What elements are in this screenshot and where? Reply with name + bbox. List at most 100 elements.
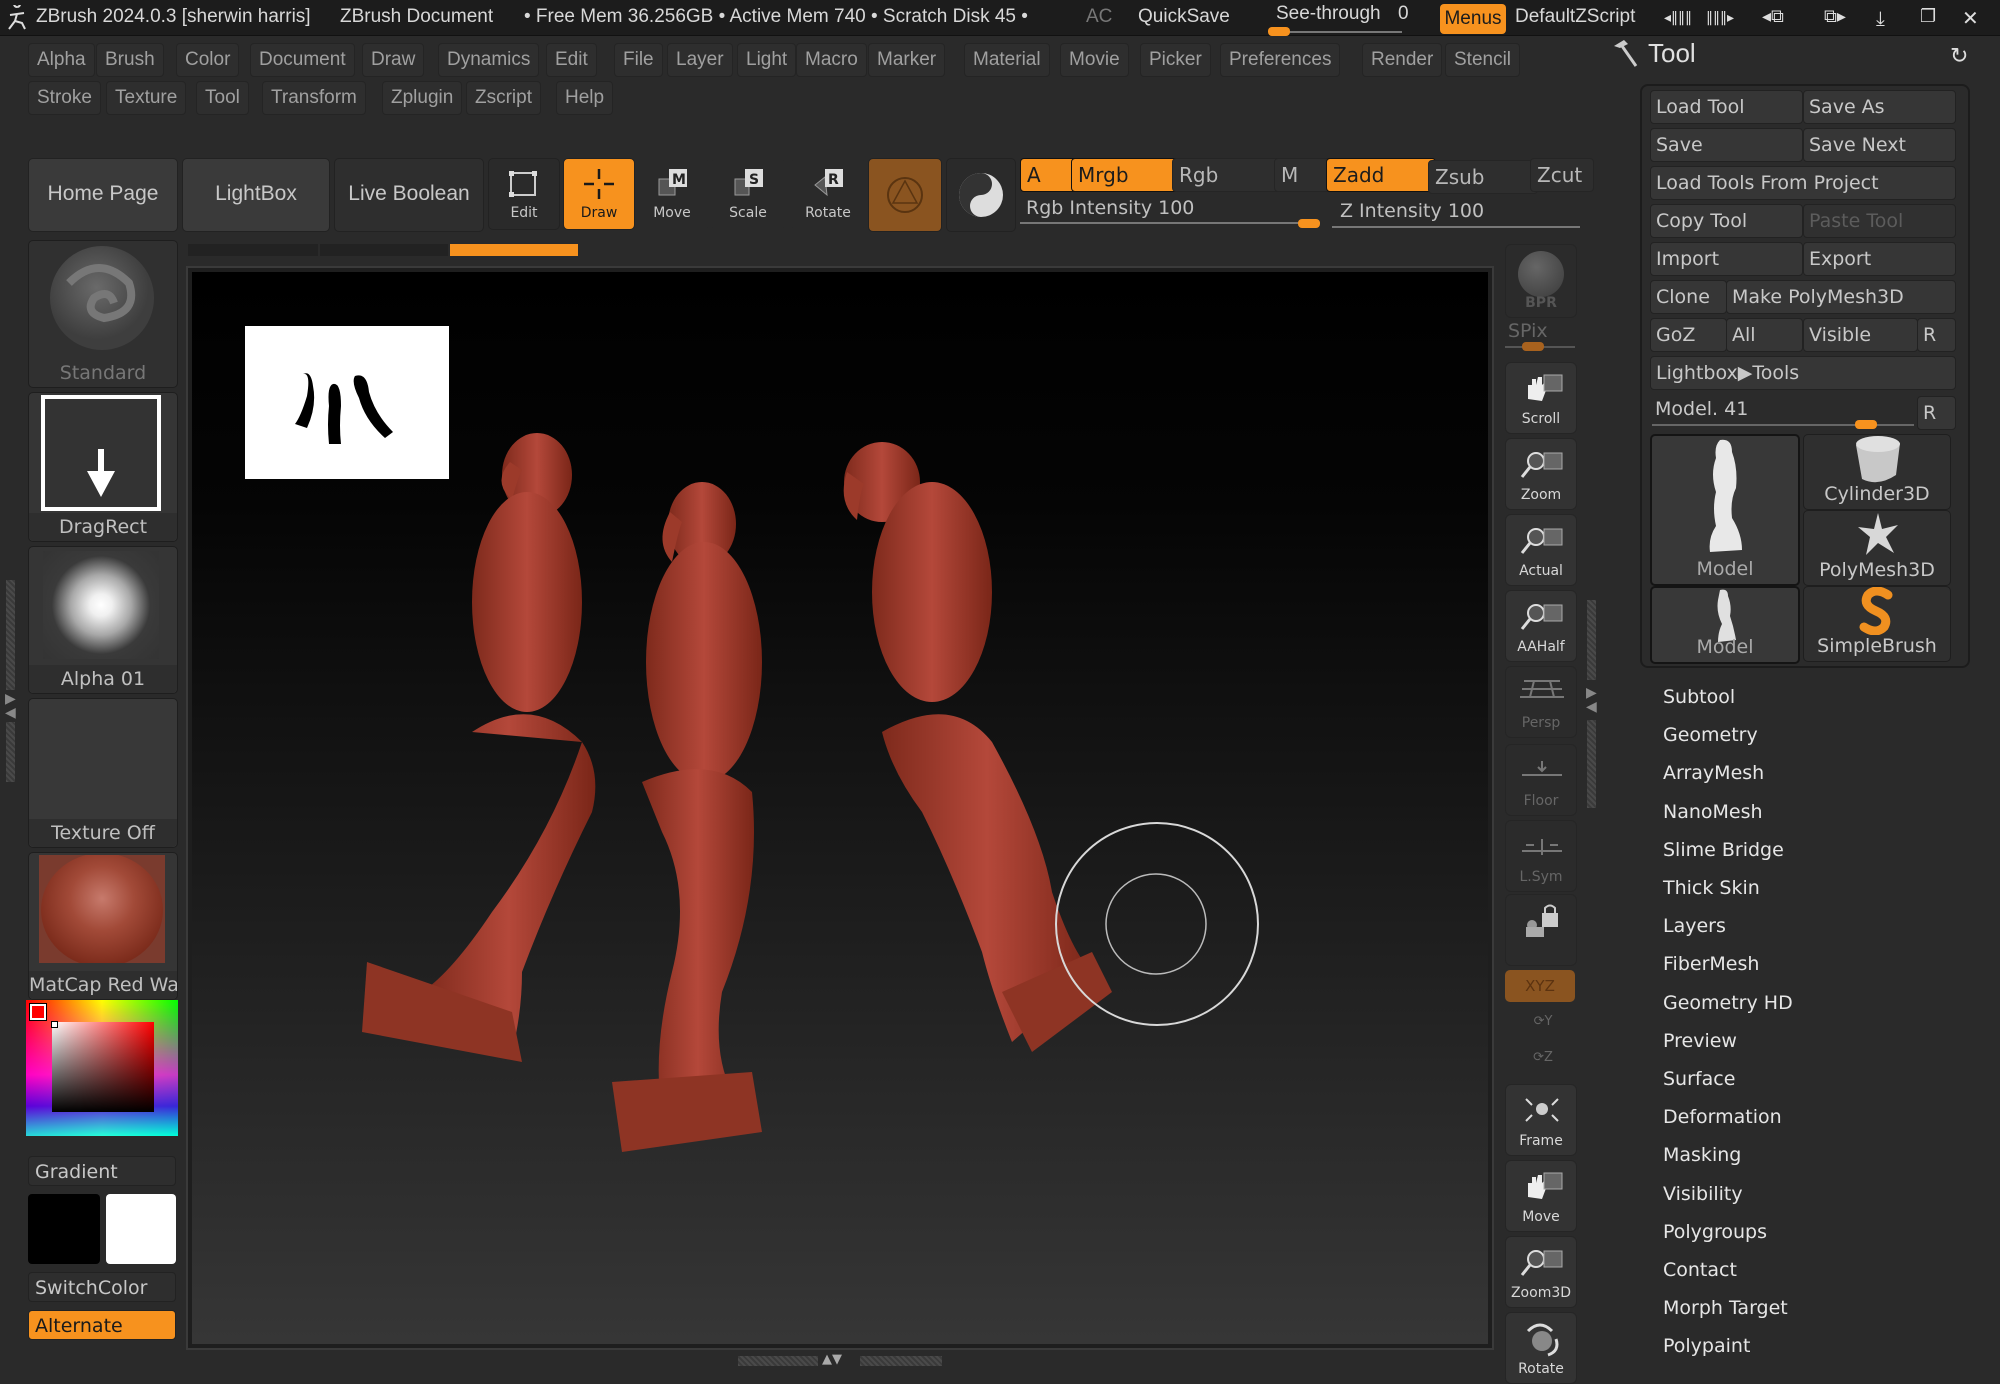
menu-zscript[interactable]: Zscript [466, 81, 541, 115]
menu-picker[interactable]: Picker [1140, 43, 1211, 77]
bottom-tray-grip[interactable] [860, 1356, 942, 1366]
goz-r-button[interactable]: R [1917, 318, 1956, 352]
camera-lock-button[interactable] [1505, 894, 1577, 966]
navigation-thumbnail[interactable] [245, 326, 449, 479]
shrink-tray-right-icon[interactable]: ‖‖‖▸ [1706, 10, 1734, 26]
rotate-xyz-toggle[interactable]: XYZ [1505, 970, 1575, 1002]
rotate-button[interactable]: Rotate [1505, 1312, 1577, 1384]
menu-preferences[interactable]: Preferences [1220, 43, 1341, 77]
menu-document[interactable]: Document [250, 43, 355, 77]
subpalette-visibility[interactable]: Visibility [1663, 1183, 1743, 1205]
menu-file[interactable]: File [614, 43, 663, 77]
menu-brush[interactable]: Brush [96, 43, 164, 77]
tool-slider-knob[interactable] [1855, 420, 1877, 429]
gyro-sphere-button[interactable] [946, 158, 1016, 232]
subpalette-polypaint[interactable]: Polypaint [1663, 1335, 1750, 1357]
tool-r-button[interactable]: R [1917, 396, 1956, 430]
subpalette-geometry-hd[interactable]: Geometry HD [1663, 992, 1793, 1014]
stroke-selector[interactable]: DragRect [28, 392, 178, 542]
edit-mode-button[interactable]: Edit [488, 158, 560, 230]
parrot-model[interactable] [843, 442, 1112, 1052]
menu-zplugin[interactable]: Zplugin [382, 81, 463, 115]
secondary-color-swatch[interactable] [28, 1194, 100, 1264]
menu-stencil[interactable]: Stencil [1445, 43, 1521, 77]
make-polymesh3d-button[interactable]: Make PolyMesh3D [1726, 280, 1956, 314]
left-tray-grip[interactable] [6, 722, 15, 782]
tool-thumb-polymesh3d[interactable]: PolyMesh3D [1803, 510, 1951, 586]
left-tray-grip[interactable] [6, 580, 15, 690]
menu-transform[interactable]: Transform [262, 81, 366, 115]
parrot-model[interactable] [612, 482, 762, 1152]
menu-light[interactable]: Light [737, 43, 797, 77]
subpalette-deformation[interactable]: Deformation [1663, 1106, 1782, 1128]
subpalette-nanomesh[interactable]: NanoMesh [1663, 801, 1763, 823]
menu-stroke[interactable]: Stroke [28, 81, 101, 115]
rotate-mode-button[interactable]: R Rotate [792, 158, 864, 230]
rotate-z-toggle[interactable]: ⟳Z [1528, 1050, 1558, 1076]
lightbox-button[interactable]: LightBox [182, 158, 330, 232]
subpalette-thick-skin[interactable]: Thick Skin [1663, 877, 1760, 899]
saturation-value-square[interactable] [52, 1022, 154, 1112]
minimize-icon[interactable]: ⤓ [1876, 6, 1885, 30]
subpalette-polygroups[interactable]: Polygroups [1663, 1221, 1767, 1243]
actual-button[interactable]: Actual [1505, 514, 1577, 586]
scale-mode-button[interactable]: S Scale [712, 158, 784, 230]
menus-toggle-button[interactable]: Menus [1440, 4, 1506, 34]
subpalette-arraymesh[interactable]: ArrayMesh [1663, 762, 1764, 784]
aahalf-button[interactable]: AAHalf [1505, 590, 1577, 662]
subpalette-preview[interactable]: Preview [1663, 1030, 1737, 1052]
menu-tool[interactable]: Tool [196, 81, 249, 115]
tool-thumb-model[interactable]: Model [1650, 434, 1800, 586]
see-through-slider-knob[interactable] [1268, 27, 1290, 36]
persp-button[interactable]: Persp [1505, 666, 1577, 738]
gradient-toggle[interactable]: Gradient [28, 1156, 176, 1186]
m-toggle[interactable]: M [1274, 158, 1332, 192]
material-selector-button[interactable] [868, 158, 942, 232]
z-intensity-slider[interactable] [1332, 226, 1580, 228]
home-page-button[interactable]: Home Page [28, 158, 178, 232]
layout-next-icon[interactable]: ⧉▸ [1824, 6, 1846, 27]
draw-mode-button[interactable]: Draw [563, 158, 635, 230]
restore-icon[interactable]: ❐ [1920, 6, 1936, 27]
lsym-button[interactable]: L.Sym [1505, 820, 1577, 892]
bottom-tray-grip[interactable] [738, 1356, 818, 1366]
color-picker[interactable] [26, 1000, 178, 1136]
alpha-selector[interactable]: Alpha 01 [28, 546, 178, 694]
reset-icon[interactable]: ↻ [1950, 44, 1968, 69]
menu-alpha[interactable]: Alpha [28, 43, 95, 77]
left-tray-toggle-icon[interactable]: ▶ ◀ [5, 692, 16, 720]
tool-thumb-cylinder3d[interactable]: Cylinder3D [1803, 434, 1951, 510]
copy-tool-button[interactable]: Copy Tool [1650, 204, 1803, 238]
shrink-tray-left-icon[interactable]: ◂‖‖‖ [1664, 10, 1692, 26]
rotate-y-toggle[interactable]: ⟳Y [1528, 1014, 1558, 1040]
see-through-slider[interactable] [1272, 31, 1402, 33]
quicksave-button[interactable]: QuickSave [1138, 6, 1230, 28]
tool-palette-title[interactable]: Tool [1648, 38, 1696, 69]
subpalette-layers[interactable]: Layers [1663, 915, 1726, 937]
import-button[interactable]: Import [1650, 242, 1803, 276]
material-selector[interactable]: MatCap Red Wax [28, 852, 178, 1000]
switch-color-button[interactable]: SwitchColor [28, 1272, 176, 1302]
subpalette-contact[interactable]: Contact [1663, 1259, 1737, 1281]
menu-movie[interactable]: Movie [1060, 43, 1129, 77]
subpalette-fibermesh[interactable]: FiberMesh [1663, 953, 1759, 975]
parrot-model[interactable] [362, 433, 596, 1062]
right-tray-grip[interactable] [1587, 600, 1596, 680]
goz-all-button[interactable]: All [1726, 318, 1803, 352]
menu-marker[interactable]: Marker [868, 43, 946, 77]
right-tray-grip[interactable] [1587, 720, 1596, 808]
brush-selector[interactable]: Standard [28, 240, 178, 388]
subpalette-slime-bridge[interactable]: Slime Bridge [1663, 839, 1784, 861]
subpalette-subtool[interactable]: Subtool [1663, 686, 1735, 708]
menu-material[interactable]: Material [964, 43, 1050, 77]
save-button[interactable]: Save [1650, 128, 1803, 162]
save-next-button[interactable]: Save Next [1803, 128, 1956, 162]
load-tools-from-project-button[interactable]: Load Tools From Project [1650, 166, 1956, 200]
menu-draw[interactable]: Draw [362, 43, 425, 77]
menu-render[interactable]: Render [1362, 43, 1443, 77]
alternate-toggle[interactable]: Alternate [28, 1310, 176, 1340]
tool-thumb-model-2[interactable]: Model [1650, 586, 1800, 664]
bpr-button[interactable]: BPR [1505, 244, 1577, 318]
menu-layer[interactable]: Layer [667, 43, 733, 77]
texture-selector[interactable]: Texture Off [28, 698, 178, 848]
